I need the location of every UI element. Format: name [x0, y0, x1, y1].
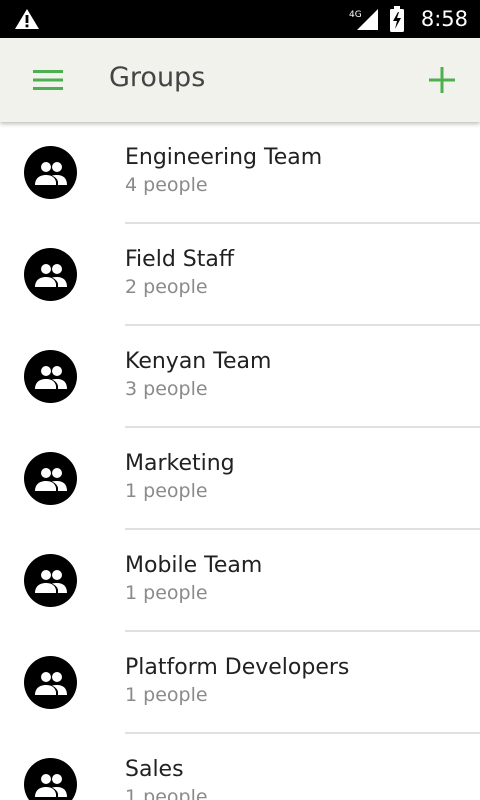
- list-item[interactable]: Field Staff 2 people: [0, 224, 480, 326]
- status-icons: 4G 8:58: [349, 0, 468, 38]
- group-member-count: 1 people: [125, 582, 208, 604]
- group-name: Platform Developers: [125, 655, 350, 680]
- group-list: Engineering Team 4 people Field Staff 2 …: [0, 122, 480, 800]
- menu-button[interactable]: [24, 60, 72, 100]
- group-text: Sales 1 people: [125, 756, 208, 800]
- hamburger-menu-icon: [33, 70, 63, 90]
- group-name: Engineering Team: [125, 145, 323, 170]
- list-item[interactable]: Sales 1 people: [0, 734, 480, 800]
- group-name: Sales: [125, 757, 184, 782]
- list-item[interactable]: Platform Developers 1 people: [0, 632, 480, 734]
- group-text: Marketing 1 people: [125, 450, 235, 504]
- avatar: [24, 350, 77, 403]
- group-name: Marketing: [125, 451, 235, 476]
- add-group-button[interactable]: [420, 58, 464, 102]
- group-name: Mobile Team: [125, 553, 263, 578]
- avatar: [24, 146, 77, 199]
- group-icon: [34, 773, 67, 797]
- group-text: Kenyan Team 3 people: [125, 348, 271, 402]
- list-item[interactable]: Mobile Team 1 people: [0, 530, 480, 632]
- avatar: [24, 758, 77, 800]
- battery-charging-icon: [389, 6, 404, 32]
- network-type-label: 4G: [349, 10, 362, 20]
- list-item[interactable]: Kenyan Team 3 people: [0, 326, 480, 428]
- plus-icon: [429, 67, 455, 93]
- app-bar: Groups: [0, 38, 480, 122]
- status-time: 8:58: [420, 7, 468, 31]
- signal-icon: 4G: [349, 9, 378, 30]
- list-item[interactable]: Engineering Team 4 people: [0, 122, 480, 224]
- page-title: Groups: [109, 62, 206, 93]
- group-member-count: 3 people: [125, 378, 208, 400]
- status-bar: 4G 8:58: [0, 0, 480, 38]
- group-name: Kenyan Team: [125, 349, 272, 374]
- avatar: [24, 452, 77, 505]
- group-member-count: 1 people: [125, 684, 208, 706]
- group-text: Engineering Team 4 people: [125, 144, 322, 198]
- group-text: Mobile Team 1 people: [125, 552, 262, 606]
- group-icon: [34, 161, 67, 185]
- group-member-count: 1 people: [125, 786, 208, 800]
- group-icon: [34, 263, 67, 287]
- warning-icon: [15, 9, 39, 29]
- avatar: [24, 656, 77, 709]
- group-icon: [34, 569, 67, 593]
- group-member-count: 1 people: [125, 480, 208, 502]
- group-text: Field Staff 2 people: [125, 246, 234, 300]
- group-name: Field Staff: [125, 247, 235, 272]
- avatar: [24, 248, 77, 301]
- group-member-count: 4 people: [125, 174, 208, 196]
- group-icon: [34, 671, 67, 695]
- list-item[interactable]: Marketing 1 people: [0, 428, 480, 530]
- group-icon: [34, 467, 67, 491]
- group-icon: [34, 365, 67, 389]
- group-member-count: 2 people: [125, 276, 208, 298]
- group-text: Platform Developers 1 people: [125, 654, 349, 708]
- avatar: [24, 554, 77, 607]
